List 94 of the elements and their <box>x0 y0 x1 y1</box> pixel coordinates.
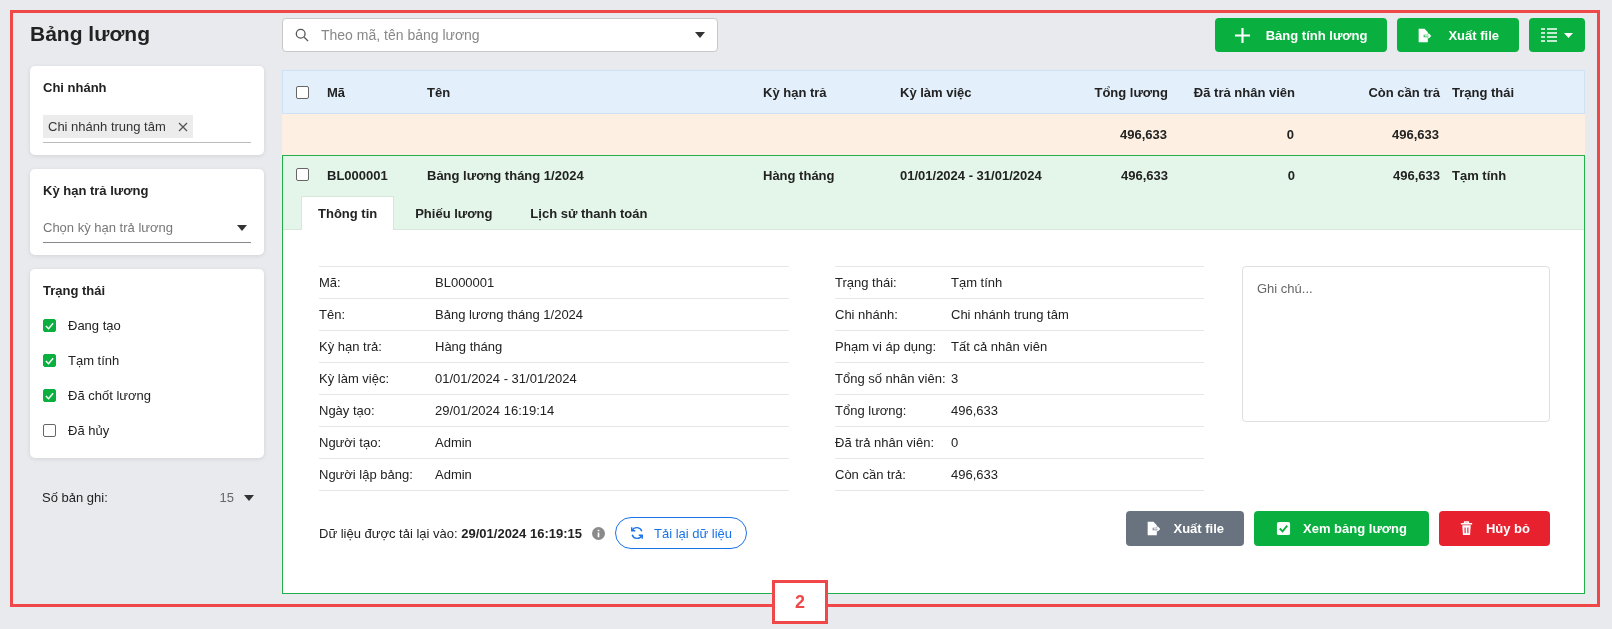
table-row[interactable] <box>282 155 1585 594</box>
filter-title: Trạng thái <box>43 283 107 298</box>
close-icon[interactable] <box>177 121 188 132</box>
filter-title: Kỳ hạn trả lương <box>43 183 150 198</box>
field-label: Chi nhánh: <box>835 307 899 322</box>
reload-info-text: Dữ liệu được tải lại vào: 29/01/2024 16:19:15 <box>319 525 582 541</box>
field-value: 496,633 <box>951 403 998 418</box>
table-cell: Bảng lương tháng 1/2024 <box>427 168 584 183</box>
column-header: Tên <box>426 84 452 100</box>
tab[interactable]: Phiếu lương <box>398 196 510 230</box>
field-label: Người lập bảng: <box>319 467 414 482</box>
column-header: Mã <box>326 84 347 100</box>
field-value: Chi nhánh trung tâm <box>951 307 1069 322</box>
column-header: Trạng thái <box>1451 84 1516 100</box>
table-cell: Tạm tính <box>1452 168 1507 183</box>
plus-icon <box>1234 27 1250 43</box>
records-label: Số bản ghi: <box>42 490 108 505</box>
search-field[interactable]: Theo mã, tên bảng lương <box>282 18 718 52</box>
list-caret-icon <box>1539 27 1575 43</box>
cancel-button[interactable]: Hủy bỏ <box>1438 510 1550 546</box>
refresh-icon <box>630 526 644 540</box>
option-label: Đang tạo <box>68 318 121 333</box>
field-label: Tổng lương: <box>835 403 908 418</box>
field-value: Admin <box>435 467 472 482</box>
table-cell: BL000001 <box>327 168 388 183</box>
table-cell: 496,633 <box>1392 127 1439 142</box>
option-label: Đã chốt lương <box>68 388 151 403</box>
column-header: Kỳ hạn trả <box>762 84 828 100</box>
column-header: Đã trả nhân viên <box>1192 84 1296 100</box>
records-select[interactable]: 15 <box>219 490 254 505</box>
field-label: Trạng thái: <box>835 275 898 290</box>
field-value: Bảng lương tháng 1/2024 <box>435 307 584 322</box>
add-button[interactable]: Bảng tính lương <box>1214 18 1388 52</box>
option-label: Tạm tính <box>68 353 120 368</box>
field-label: Người tạo: <box>319 435 383 450</box>
checkbox[interactable] <box>295 168 309 181</box>
field-value: Hàng tháng <box>435 339 503 354</box>
tab[interactable]: Lịch sử thanh toán <box>513 196 665 230</box>
table-cell: 0 <box>1287 168 1295 183</box>
checkbox[interactable] <box>43 354 56 367</box>
annotation-badge: 2 <box>772 580 828 624</box>
field-label: Phạm vi áp dụng: <box>835 339 938 354</box>
search-input[interactable]: Theo mã, tên bảng lương <box>319 26 685 44</box>
caret-icon <box>695 32 705 38</box>
filter-title: Chi nhánh <box>43 80 108 95</box>
field-value: BL000001 <box>435 275 495 290</box>
checkbox-icon <box>1276 520 1292 536</box>
field-value: 01/01/2024 - 31/01/2024 <box>435 371 577 386</box>
tab[interactable]: Thông tin <box>301 196 395 230</box>
field-value: Tạm tính <box>951 275 1003 290</box>
field-value: Admin <box>435 435 472 450</box>
export-button[interactable]: Xuất file <box>1126 510 1245 546</box>
file-export-icon <box>1417 27 1433 43</box>
table-cell: 0 <box>1286 127 1294 142</box>
checkbox[interactable] <box>43 389 56 402</box>
field-value: 3 <box>951 371 959 386</box>
reload-button[interactable]: Tải lại dữ liệu <box>615 517 748 549</box>
field-label: Kỳ hạn trả: <box>319 339 383 354</box>
field-label: Tổng số nhân viên: <box>835 371 947 386</box>
field-value: 29/01/2024 16:19:14 <box>435 403 555 418</box>
field-value: 496,633 <box>951 467 998 482</box>
field-label: Còn cần trả: <box>835 467 907 482</box>
info-icon <box>592 526 605 540</box>
pay-period-select[interactable]: Chọn kỳ hạn trả lương <box>43 218 251 243</box>
view-payroll-button[interactable]: Xem bảng lương <box>1254 510 1429 546</box>
checkbox[interactable] <box>43 424 56 437</box>
note-field[interactable]: Ghi chú... <box>1242 266 1550 422</box>
option-label: Đã hủy <box>68 423 110 438</box>
file-export-icon <box>1146 520 1162 536</box>
caret-icon <box>244 494 254 501</box>
branch-select[interactable]: Chi nhánh trung tâm <box>43 115 251 143</box>
table-cell: 01/01/2024 - 31/01/2024 <box>900 168 1042 183</box>
column-header: Còn cần trả <box>1367 84 1441 100</box>
table-cell: Hàng tháng <box>763 168 835 183</box>
export-button[interactable]: Xuất file <box>1397 18 1519 52</box>
field-label: Đã trả nhân viên: <box>835 435 935 450</box>
tag-label: Chi nhánh trung tâm <box>48 119 166 134</box>
table-cell: 496,633 <box>1121 168 1168 183</box>
table-cell: 496,633 <box>1120 127 1167 142</box>
checkbox[interactable] <box>295 85 309 99</box>
trash-icon <box>1458 520 1474 536</box>
field-label: Mã: <box>319 275 342 290</box>
page-title: Bảng lương <box>30 22 151 46</box>
caret-icon <box>237 224 247 231</box>
column-header: Kỳ làm việc <box>899 84 973 100</box>
field-value: Tất cả nhân viên <box>951 339 1048 354</box>
field-label: Tên: <box>319 307 346 322</box>
column-header: Tổng lương <box>1093 84 1169 100</box>
search-icon <box>295 28 309 42</box>
field-label: Ngày tạo: <box>319 403 376 418</box>
field-label: Kỳ làm việc: <box>319 371 391 386</box>
table-cell: 496,633 <box>1393 168 1440 183</box>
field-value: 0 <box>951 435 959 450</box>
checkbox[interactable] <box>43 319 56 332</box>
